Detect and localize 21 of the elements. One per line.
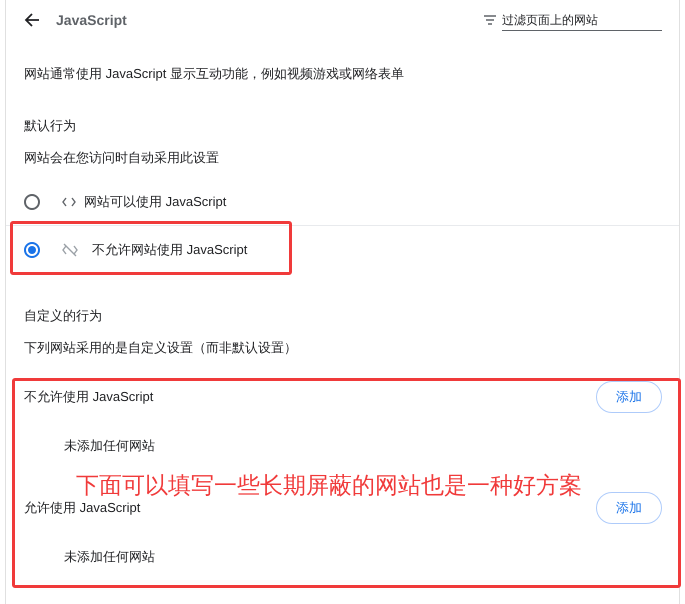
code-off-icon: [62, 243, 78, 257]
section-heading: 自定义的行为: [24, 307, 102, 326]
radio-button[interactable]: [24, 194, 40, 210]
annotation-text: 下面可以填写一些长期屏蔽的网站也是一种好方案: [76, 471, 582, 500]
filter-icon: [484, 15, 496, 25]
code-icon: [62, 196, 76, 206]
empty-list-text: 未添加任何网站: [64, 548, 155, 566]
section-heading: 默认行为: [24, 117, 76, 136]
section-subtitle: 网站会在您访问时自动采用此设置: [24, 149, 219, 168]
filter-field[interactable]: 过滤页面上的网站: [502, 9, 662, 31]
list-title: 不允许使用 JavaScript: [24, 388, 154, 406]
add-button[interactable]: 添加: [596, 381, 662, 413]
option-label[interactable]: 不允许网站使用 JavaScript: [92, 240, 248, 260]
add-button[interactable]: 添加: [596, 492, 662, 524]
page-title: JavaScript: [56, 10, 127, 30]
option-label[interactable]: 网站可以使用 JavaScript: [84, 192, 226, 212]
description-text: 网站通常使用 JavaScript 显示互动功能，例如视频游戏或网络表单: [24, 65, 404, 84]
list-title: 允许使用 JavaScript: [24, 499, 140, 518]
radio-button[interactable]: [24, 242, 40, 258]
empty-list-text: 未添加任何网站: [64, 437, 155, 456]
section-subtitle: 下列网站采用的是自定义设置（而非默认设置）: [24, 339, 297, 358]
